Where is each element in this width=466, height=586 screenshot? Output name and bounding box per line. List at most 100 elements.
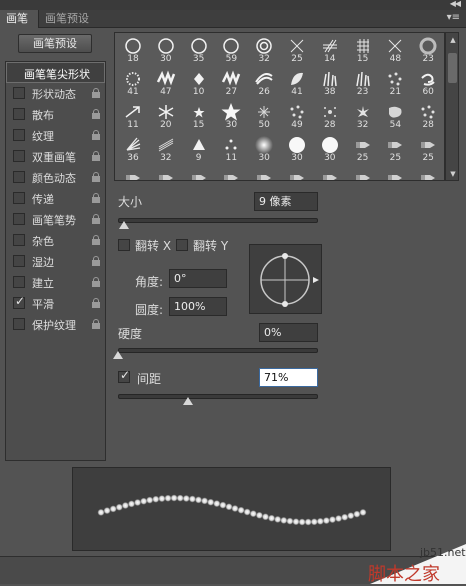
brush-tip-cell[interactable]: 49 — [281, 100, 313, 133]
option-checkbox[interactable] — [13, 276, 25, 288]
option-checkbox[interactable] — [13, 108, 25, 120]
scroll-thumb[interactable] — [448, 53, 457, 83]
lock-icon[interactable] — [92, 319, 100, 329]
brush-tip-cell[interactable] — [150, 166, 182, 180]
lock-icon[interactable] — [92, 298, 100, 308]
brush-grid-scrollbar[interactable]: ▲ ▼ — [445, 32, 459, 181]
angle-field[interactable]: 0° — [169, 269, 227, 288]
option-item[interactable]: 双重画笔 — [6, 146, 105, 167]
brush-tip-cell[interactable]: 32 — [150, 133, 182, 166]
brush-tip-cell[interactable]: 30 — [150, 34, 182, 67]
lock-icon[interactable] — [92, 109, 100, 119]
brush-tip-cell[interactable]: 50 — [248, 100, 280, 133]
brush-tip-cell[interactable]: 28 — [412, 100, 444, 133]
brush-tip-cell[interactable]: 25 — [281, 34, 313, 67]
hardness-slider-track[interactable] — [118, 348, 318, 353]
brush-tip-cell[interactable]: 38 — [314, 67, 346, 100]
option-checkbox[interactable] — [13, 318, 25, 330]
size-slider-thumb[interactable] — [119, 221, 129, 229]
panel-menu-icon[interactable]: ▾≡ — [447, 12, 460, 23]
brush-tip-cell[interactable] — [281, 166, 313, 180]
option-checkbox[interactable] — [13, 87, 25, 99]
flip-x-checkbox[interactable] — [118, 239, 130, 251]
option-item[interactable]: 画笔笔势 — [6, 209, 105, 230]
brush-tip-cell[interactable]: 27 — [215, 67, 247, 100]
brush-tip-cell[interactable] — [347, 166, 379, 180]
option-item[interactable]: 画笔笔尖形状 — [6, 62, 105, 83]
brush-tip-cell[interactable]: 25 — [412, 133, 444, 166]
option-item[interactable]: 湿边 — [6, 251, 105, 272]
option-item[interactable]: 保护纹理 — [6, 314, 105, 335]
spacing-checkbox[interactable]: ✓ — [118, 368, 130, 383]
brush-tip-cell[interactable]: 23 — [412, 34, 444, 67]
brush-tip-cell[interactable]: 9 — [183, 133, 215, 166]
brush-tip-cell[interactable]: 25 — [347, 133, 379, 166]
brush-tip-cell[interactable]: 30 — [314, 133, 346, 166]
flip-y-checkbox[interactable] — [176, 239, 188, 251]
brush-tip-cell[interactable]: 48 — [379, 34, 411, 67]
brush-tip-cell[interactable]: 18 — [117, 34, 149, 67]
brush-tip-cell[interactable]: 32 — [347, 100, 379, 133]
option-checkbox[interactable] — [13, 192, 25, 204]
lock-icon[interactable] — [92, 88, 100, 98]
brush-tip-cell[interactable]: 36 — [117, 133, 149, 166]
brush-tip-cell[interactable]: 23 — [347, 67, 379, 100]
brush-tip-cell[interactable] — [379, 166, 411, 180]
brush-tip-cell[interactable]: 35 — [183, 34, 215, 67]
option-checkbox[interactable] — [13, 171, 25, 183]
lock-icon[interactable] — [92, 193, 100, 203]
scroll-down-icon[interactable]: ▼ — [449, 170, 457, 178]
size-field[interactable]: 9 像素 — [254, 192, 318, 211]
brush-tip-cell[interactable]: 25 — [379, 133, 411, 166]
brush-tip-cell[interactable] — [117, 166, 149, 180]
roundness-field[interactable]: 100% — [169, 297, 227, 316]
option-item[interactable]: 传递 — [6, 188, 105, 209]
option-item[interactable]: 形状动态 — [6, 83, 105, 104]
tab-brush[interactable]: 画笔 — [0, 10, 38, 28]
brush-presets-button[interactable]: 画笔预设 — [18, 34, 92, 53]
option-checkbox[interactable] — [13, 255, 25, 267]
spacing-slider-thumb[interactable] — [183, 397, 193, 405]
brush-tip-cell[interactable]: 30 — [248, 133, 280, 166]
brush-tip-cell[interactable]: 60 — [412, 67, 444, 100]
angle-roundness-widget[interactable] — [249, 244, 322, 314]
brush-tip-cell[interactable]: 11 — [117, 100, 149, 133]
tab-brush-presets[interactable]: 画笔预设 — [38, 10, 100, 28]
lock-icon[interactable] — [92, 256, 100, 266]
brush-tip-cell[interactable]: 41 — [281, 67, 313, 100]
lock-icon[interactable] — [92, 214, 100, 224]
option-item[interactable]: 建立 — [6, 272, 105, 293]
scroll-up-icon[interactable]: ▲ — [449, 36, 457, 44]
brush-tip-cell[interactable] — [314, 166, 346, 180]
brush-tip-cell[interactable]: 26 — [248, 67, 280, 100]
brush-tip-cell[interactable]: 59 — [215, 34, 247, 67]
brush-tip-cell[interactable]: 28 — [314, 100, 346, 133]
option-item[interactable]: 颜色动态 — [6, 167, 105, 188]
size-slider-track[interactable] — [118, 218, 318, 223]
option-item[interactable]: 纹理 — [6, 125, 105, 146]
brush-tip-cell[interactable]: 15 — [347, 34, 379, 67]
lock-icon[interactable] — [92, 130, 100, 140]
brush-tip-cell[interactable]: 32 — [248, 34, 280, 67]
brush-tip-cell[interactable]: 15 — [183, 100, 215, 133]
collapse-panel-icon[interactable]: ◀◀ — [450, 0, 461, 8]
brush-angle-compass-icon[interactable] — [250, 245, 323, 315]
spacing-slider-track[interactable] — [118, 394, 318, 399]
spacing-field[interactable]: 71% — [259, 368, 318, 387]
brush-tip-cell[interactable] — [248, 166, 280, 180]
brush-tip-cell[interactable]: 30 — [281, 133, 313, 166]
option-checkbox[interactable] — [13, 234, 25, 246]
lock-icon[interactable] — [92, 277, 100, 287]
brush-tip-cell[interactable]: 30 — [215, 100, 247, 133]
option-item[interactable]: ✓ 平滑 — [6, 293, 105, 314]
option-checkbox[interactable] — [13, 129, 25, 141]
brush-tip-cell[interactable] — [183, 166, 215, 180]
lock-icon[interactable] — [92, 172, 100, 182]
brush-tip-cell[interactable] — [215, 166, 247, 180]
hardness-slider-thumb[interactable] — [113, 351, 123, 359]
brush-tip-cell[interactable]: 10 — [183, 67, 215, 100]
option-checkbox[interactable] — [13, 213, 25, 225]
brush-tip-cell[interactable]: 21 — [379, 67, 411, 100]
brush-tip-cell[interactable]: 14 — [314, 34, 346, 67]
brush-tip-cell[interactable]: 20 — [150, 100, 182, 133]
